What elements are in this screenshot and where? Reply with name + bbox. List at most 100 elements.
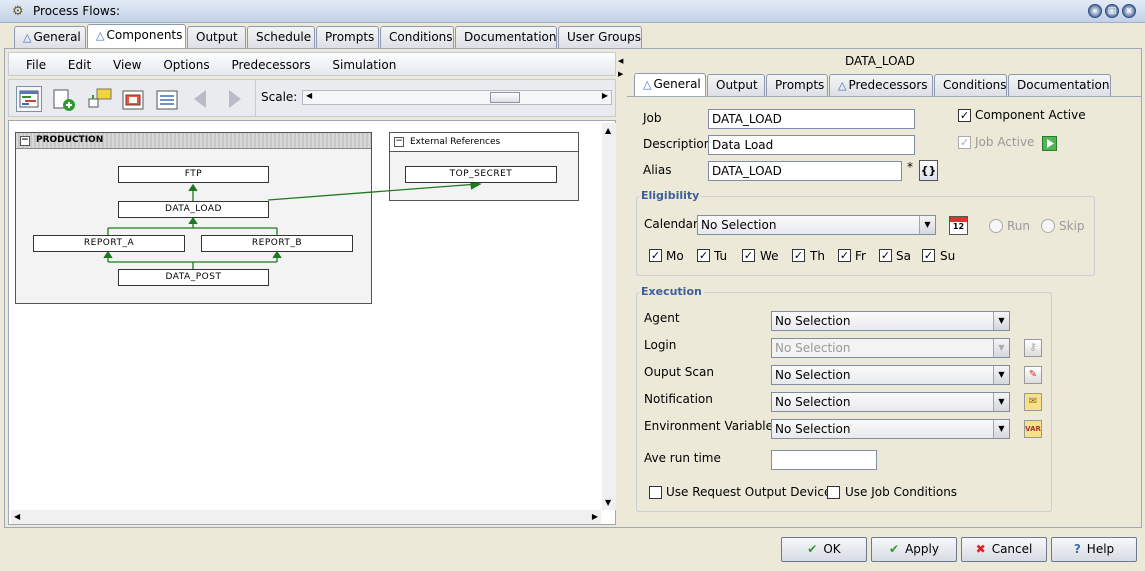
node-top-secret[interactable]: TOP_SECRET — [405, 166, 557, 183]
cancel-label: Cancel — [991, 542, 1033, 556]
scan-icon[interactable]: ✎ — [1024, 366, 1042, 384]
x-icon: ✖ — [975, 542, 986, 556]
triangle-icon: △ — [838, 79, 847, 92]
help-button[interactable]: ? Help — [1051, 537, 1137, 562]
notification-select[interactable]: No Selection ▼ — [771, 392, 1010, 412]
calendar-icon[interactable]: 12 — [949, 216, 968, 235]
env-vars-value: No Selection — [775, 422, 851, 436]
ave-run-time-label: Ave run time — [644, 451, 721, 465]
key-icon: ⚷ — [1024, 339, 1042, 357]
day-tu-checkbox[interactable]: ✓ — [697, 249, 710, 262]
output-scan-label: Ouput Scan — [644, 365, 714, 379]
subtab-prompts[interactable]: Prompts — [766, 74, 828, 96]
eligibility-legend: Eligibility — [639, 189, 702, 202]
close-icon[interactable]: × — [1122, 4, 1136, 18]
description-label: Description — [643, 137, 712, 151]
cancel-button[interactable]: ✖ Cancel — [961, 537, 1047, 562]
minimize-icon[interactable]: – — [1088, 4, 1102, 18]
alias-required-marker: * — [907, 160, 913, 174]
day-th-checkbox[interactable]: ✓ — [792, 249, 805, 262]
notification-value: No Selection — [775, 395, 851, 409]
login-value: No Selection — [775, 341, 851, 355]
node-report-b[interactable]: REPORT_B — [201, 235, 353, 252]
go-to-job-icon[interactable] — [1042, 136, 1057, 151]
subtab-label: Output — [716, 78, 758, 92]
question-icon: ? — [1073, 542, 1081, 556]
ok-button[interactable]: ✔ OK — [781, 537, 867, 562]
variables-icon[interactable]: VAR — [1024, 420, 1042, 438]
chevron-down-icon: ▼ — [993, 366, 1009, 384]
day-mo-checkbox[interactable]: ✓ — [649, 249, 662, 262]
eligibility-group — [636, 196, 1095, 276]
alias-field[interactable]: DATA_LOAD — [708, 161, 902, 181]
use-request-output-checkbox[interactable] — [649, 486, 662, 499]
run-label: Run — [1007, 219, 1031, 233]
output-scan-select[interactable]: No Selection ▼ — [771, 365, 1010, 385]
check-icon: ✔ — [889, 542, 900, 556]
flow-connectors — [103, 180, 482, 270]
env-vars-select[interactable]: No Selection ▼ — [771, 419, 1010, 439]
agent-label: Agent — [644, 311, 680, 325]
component-header: DATA_LOAD — [845, 54, 915, 68]
day-th-label: Th — [810, 249, 825, 263]
chevron-down-icon: ▼ — [993, 312, 1009, 330]
subtab-predecessors[interactable]: △ Predecessors — [829, 74, 933, 96]
subtab-label: Documentation — [1017, 78, 1110, 92]
agent-value: No Selection — [775, 314, 851, 328]
envelope-icon[interactable]: ✉ — [1024, 393, 1042, 411]
subtab-label: General — [653, 77, 701, 91]
subtab-general[interactable]: △ General — [634, 73, 706, 96]
subtab-label: Conditions — [943, 78, 1007, 92]
ave-run-time-field[interactable] — [771, 450, 877, 470]
job-active-label: Job Active — [975, 135, 1035, 149]
env-vars-label: Environment Variables — [644, 419, 780, 433]
calendar-select[interactable]: No Selection ▼ — [697, 215, 936, 235]
day-we-label: We — [760, 249, 779, 263]
node-data-post[interactable]: DATA_POST — [118, 269, 269, 286]
help-label: Help — [1086, 542, 1115, 556]
subtab-output[interactable]: Output — [707, 74, 765, 96]
execution-legend: Execution — [639, 285, 704, 298]
splitter-right-icon[interactable]: ▶ — [618, 70, 623, 78]
node-ftp[interactable]: FTP — [118, 166, 269, 183]
day-sa-label: Sa — [896, 249, 911, 263]
scroll-right-icon[interactable]: ▶ — [592, 512, 598, 521]
description-field[interactable]: Data Load — [708, 135, 915, 155]
notification-label: Notification — [644, 392, 713, 406]
day-sa-checkbox[interactable]: ✓ — [879, 249, 892, 262]
apply-button[interactable]: ✔ Apply — [871, 537, 957, 562]
maximize-icon[interactable]: □ — [1105, 4, 1119, 18]
scroll-down-icon[interactable]: ▼ — [605, 498, 611, 507]
canvas-hscrollbar[interactable]: ◀ ▶ — [11, 510, 601, 524]
job-active-checkbox: ✓ — [958, 136, 971, 149]
day-fr-checkbox[interactable]: ✓ — [838, 249, 851, 262]
login-select: No Selection ▼ — [771, 338, 1010, 358]
day-we-checkbox[interactable]: ✓ — [742, 249, 755, 262]
use-job-conditions-checkbox[interactable] — [827, 486, 840, 499]
triangle-icon: △ — [643, 78, 652, 91]
day-su-label: Su — [940, 249, 956, 263]
chevron-down-icon: ▼ — [993, 339, 1009, 357]
subtab-documentation[interactable]: Documentation — [1008, 74, 1111, 96]
component-active-checkbox[interactable]: ✓ — [958, 109, 971, 122]
agent-select[interactable]: No Selection ▼ — [771, 311, 1010, 331]
job-label: Job — [643, 111, 662, 125]
use-request-output-label: Use Request Output Device — [666, 485, 832, 499]
day-mo-label: Mo — [666, 249, 684, 263]
job-field[interactable]: DATA_LOAD — [708, 109, 915, 129]
calendar-value: No Selection — [701, 218, 777, 232]
skip-radio — [1041, 219, 1055, 233]
node-report-a[interactable]: REPORT_A — [33, 235, 185, 252]
output-scan-value: No Selection — [775, 368, 851, 382]
subtab-label: Prompts — [775, 78, 825, 92]
chevron-down-icon: ▼ — [993, 393, 1009, 411]
day-fr-label: Fr — [855, 249, 866, 263]
subtab-conditions[interactable]: Conditions — [934, 74, 1007, 96]
login-label: Login — [644, 338, 677, 352]
node-data-load[interactable]: DATA_LOAD — [118, 201, 269, 218]
day-su-checkbox[interactable]: ✓ — [922, 249, 935, 262]
day-tu-label: Tu — [714, 249, 728, 263]
alias-variable-button[interactable]: {} — [919, 160, 938, 181]
scroll-left-icon[interactable]: ◀ — [14, 512, 20, 521]
splitter-left-icon[interactable]: ◀ — [618, 57, 623, 65]
